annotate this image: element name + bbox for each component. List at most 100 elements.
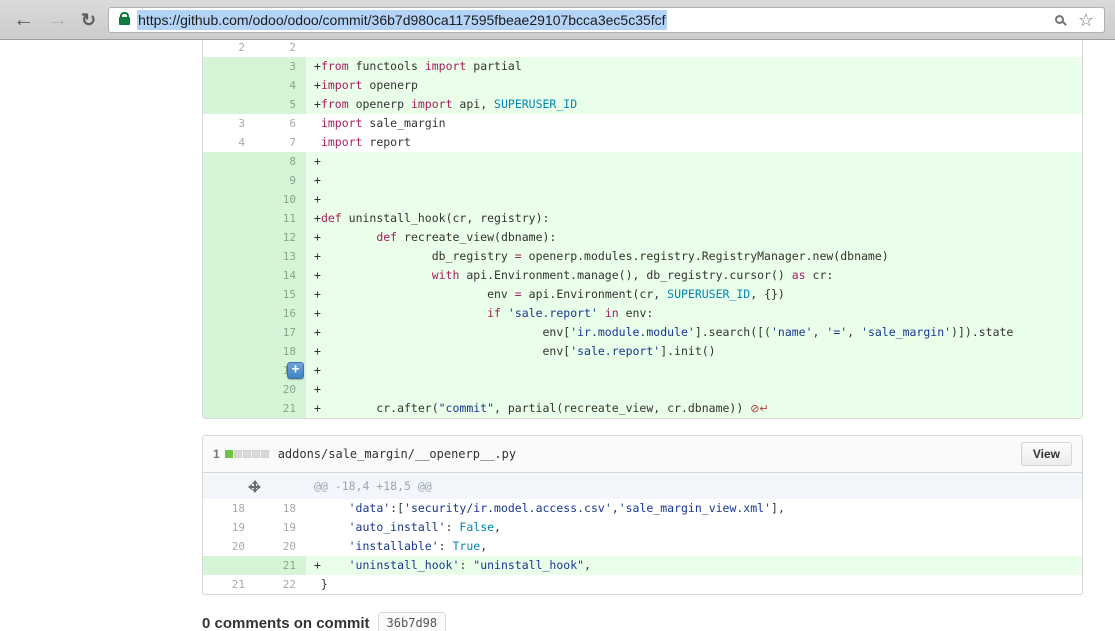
line-number-old[interactable]: 21 [203, 575, 255, 594]
line-number-old[interactable] [203, 247, 255, 266]
diff-line: 4+import openerp [203, 76, 1082, 95]
line-number-new[interactable]: 14 [255, 266, 306, 285]
line-number-new[interactable]: 10 [255, 190, 306, 209]
line-number-old[interactable] [203, 323, 255, 342]
back-icon[interactable]: ← [13, 9, 34, 30]
diff-line: 36 import sale_margin [203, 114, 1082, 133]
diff-line: 47 import report [203, 133, 1082, 152]
diffstat-block-neutral [243, 450, 251, 458]
line-number-new[interactable]: 5 [255, 95, 306, 114]
line-number-new[interactable]: 22 [255, 575, 306, 594]
line-number-new[interactable]: 8 [255, 152, 306, 171]
view-file-button[interactable]: View [1021, 442, 1072, 466]
line-number-old[interactable]: 3 [203, 114, 255, 133]
line-number-new[interactable]: 17 [255, 323, 306, 342]
line-number-old[interactable] [203, 304, 255, 323]
line-number-new[interactable]: 6 [255, 114, 306, 133]
line-number-old[interactable] [203, 228, 255, 247]
move-cursor-icon [247, 479, 262, 494]
code-line: 'auto_install': False, [306, 518, 1082, 537]
zoom-indicator-icon[interactable] [1055, 15, 1064, 24]
line-number-new[interactable]: 18 [255, 499, 306, 518]
line-number-old[interactable] [203, 361, 255, 380]
diff-file-1-table: 223+from functools import partial4+impor… [202, 40, 1083, 419]
line-number-new[interactable]: 20 [255, 380, 306, 399]
line-number-new[interactable]: 12 [255, 228, 306, 247]
line-number-old[interactable] [203, 152, 255, 171]
line-number-old[interactable] [203, 342, 255, 361]
line-number-new[interactable]: 3 [255, 57, 306, 76]
add-line-comment-button[interactable]: + [287, 362, 304, 379]
line-number-old[interactable]: 2 [203, 40, 255, 57]
file-header: 1 addons/sale_margin/__openerp__.py View [203, 436, 1082, 473]
line-number-new[interactable]: 9 [255, 171, 306, 190]
code-line: 'installable': True, [306, 537, 1082, 556]
diffstat-block-neutral [261, 450, 269, 458]
diffstat-block-neutral [252, 450, 260, 458]
forward-icon[interactable]: → [47, 9, 68, 30]
diff-line: 9+ [203, 171, 1082, 190]
line-number-new[interactable]: 16 [255, 304, 306, 323]
line-number-new[interactable]: 13 [255, 247, 306, 266]
line-number-new[interactable]: 4 [255, 76, 306, 95]
code-line: + [306, 190, 1082, 209]
reload-icon[interactable]: ↻ [81, 11, 96, 29]
line-number-old[interactable] [203, 285, 255, 304]
diff-line: 19++ [203, 361, 1082, 380]
code-line: + if 'sale.report' in env: [306, 304, 1082, 323]
line-number-old[interactable] [203, 95, 255, 114]
line-number-old[interactable]: 4 [203, 133, 255, 152]
commit-diff-page: 223+from functools import partial4+impor… [202, 40, 1083, 631]
diff-line: 16+ if 'sale.report' in env: [203, 304, 1082, 323]
line-number-new[interactable]: 20 [255, 537, 306, 556]
diffstat-blocks-icon [225, 450, 270, 458]
diff-line: 12+ def recreate_view(dbname): [203, 228, 1082, 247]
line-number-old[interactable] [203, 399, 255, 418]
line-number-new[interactable]: 2 [255, 40, 306, 57]
line-number-old[interactable] [203, 266, 255, 285]
line-number-new[interactable]: 19 [255, 518, 306, 537]
line-number-old[interactable]: 19 [203, 518, 255, 537]
code-line: + db_registry = openerp.modules.registry… [306, 247, 1082, 266]
code-line: + [306, 171, 1082, 190]
line-number-old[interactable] [203, 57, 255, 76]
line-number-old[interactable] [203, 171, 255, 190]
code-line: + [306, 380, 1082, 399]
line-number-new[interactable]: 11 [255, 209, 306, 228]
line-number-new[interactable]: 21 [255, 399, 306, 418]
diffstat-block-neutral [234, 450, 242, 458]
commit-comments-header: 0 comments on commit 36b7d98 [202, 612, 1083, 631]
line-number-new[interactable]: 15 [255, 285, 306, 304]
code-line: +from openerp import api, SUPERUSER_ID [306, 95, 1082, 114]
code-line: +def uninstall_hook(cr, registry): [306, 209, 1082, 228]
code-line: + 'uninstall_hook': "uninstall_hook", [306, 556, 1082, 575]
line-number-old[interactable]: 20 [203, 537, 255, 556]
code-line: 'data':['security/ir.model.access.csv','… [306, 499, 1082, 518]
line-number-old[interactable] [203, 556, 255, 575]
line-number-new[interactable]: 21 [255, 556, 306, 575]
line-number-old[interactable]: 18 [203, 499, 255, 518]
code-line: import sale_margin [306, 114, 1082, 133]
hunk-header-text: @@ -18,4 +18,5 @@ [306, 473, 1082, 499]
bookmark-star-icon[interactable]: ☆ [1078, 11, 1094, 29]
line-number-old[interactable] [203, 76, 255, 95]
code-line: + [306, 361, 1082, 380]
line-number-old[interactable] [203, 209, 255, 228]
code-line: + env['sale.report'].init() [306, 342, 1082, 361]
code-line: +from functools import partial [306, 57, 1082, 76]
line-number-old[interactable] [203, 190, 255, 209]
diff-line: 22 [203, 40, 1082, 57]
file-path: addons/sale_margin/__openerp__.py [278, 447, 516, 461]
diff-line: 2122 } [203, 575, 1082, 594]
https-lock-icon[interactable] [119, 17, 130, 25]
line-number-old[interactable] [203, 380, 255, 399]
line-number-new[interactable]: 18 [255, 342, 306, 361]
diff-line: 1818 'data':['security/ir.model.access.c… [203, 499, 1082, 518]
line-number-new[interactable]: 7 [255, 133, 306, 152]
diff-line: 21+ 'uninstall_hook': "uninstall_hook", [203, 556, 1082, 575]
code-line: +import openerp [306, 76, 1082, 95]
diff-line: 13+ db_registry = openerp.modules.regist… [203, 247, 1082, 266]
code-line: } [306, 575, 1082, 594]
address-bar[interactable]: https://github.com/odoo/odoo/commit/36b7… [108, 7, 1105, 33]
url-text[interactable]: https://github.com/odoo/odoo/commit/36b7… [137, 10, 666, 30]
